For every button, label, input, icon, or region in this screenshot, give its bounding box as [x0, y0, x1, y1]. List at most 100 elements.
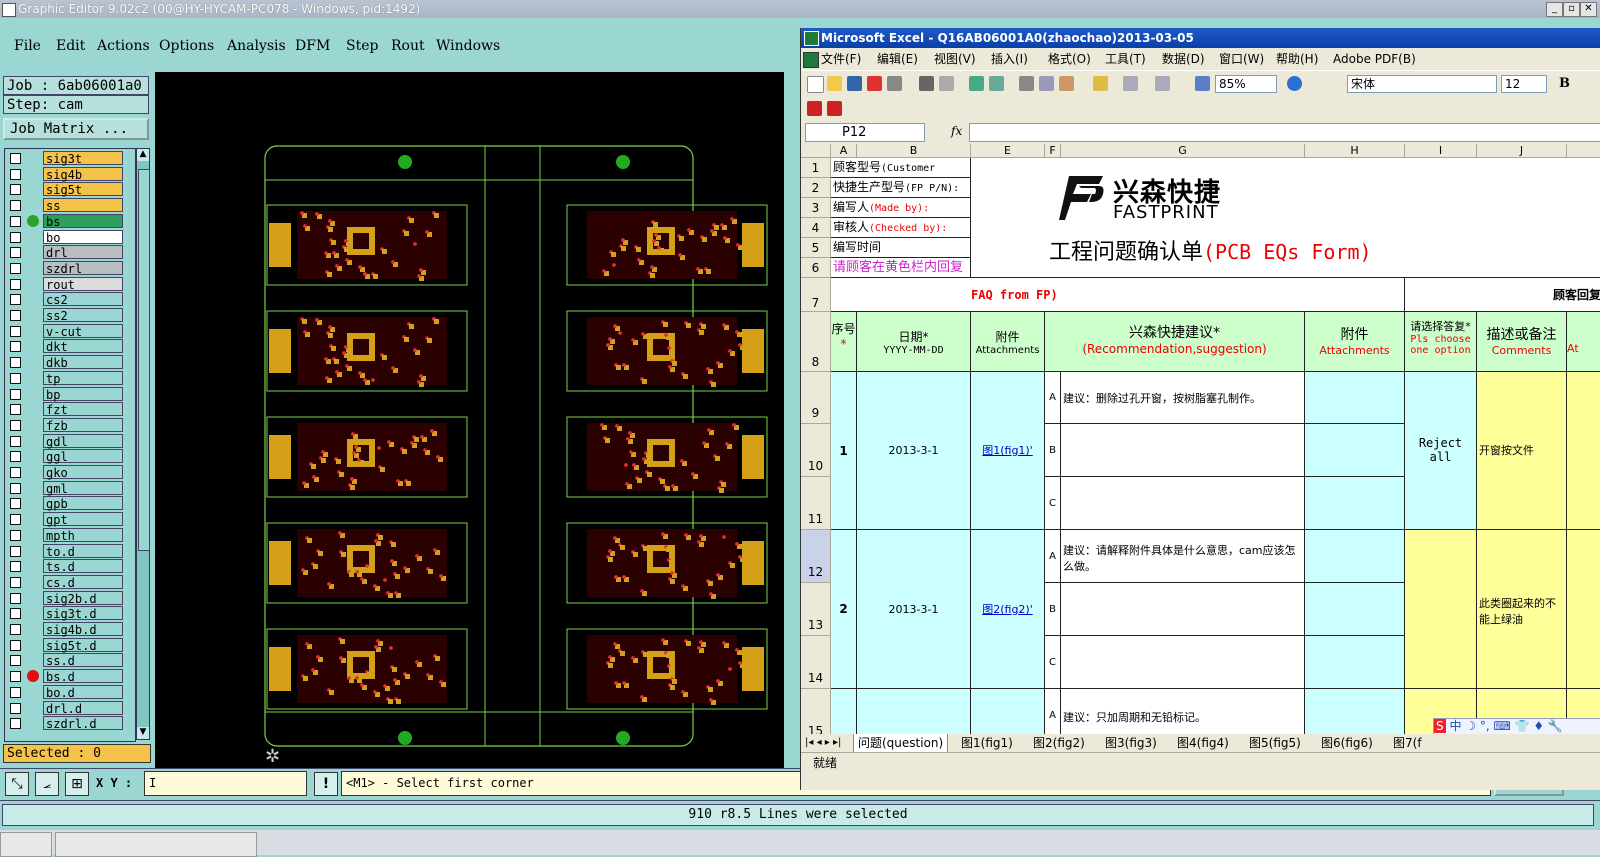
layer-name[interactable]: mpth [43, 527, 123, 543]
font-size-combo[interactable]: 12 [1501, 75, 1547, 93]
layer-name[interactable]: ggl [43, 449, 123, 464]
layer-checkbox[interactable] [10, 498, 21, 510]
job-matrix-button[interactable]: Job Matrix ... [3, 118, 149, 140]
layer-checkbox[interactable] [10, 435, 21, 447]
tab-nav-icons[interactable]: |◂ ◂ ▸ ▸| [805, 734, 841, 752]
layer-name[interactable]: sig2b.d [43, 590, 123, 606]
select-all-corner[interactable] [801, 144, 831, 158]
layer-name[interactable]: cs2 [43, 292, 123, 307]
layer-row-gdl[interactable]: gdl [5, 433, 135, 449]
row-header[interactable]: 10 [801, 424, 831, 477]
sub-text[interactable]: 建议：请解释附件具体是什么意思，cam应该怎么做。 [1061, 530, 1305, 583]
row-header[interactable]: 13 [801, 583, 831, 636]
layer-row-bp[interactable]: bp [5, 386, 135, 402]
print-icon[interactable] [887, 76, 902, 91]
scroll-up-icon[interactable]: ▲ [137, 149, 149, 161]
layer-row-sig4b.d[interactable]: sig4b.d [5, 622, 135, 637]
layer-row-gko[interactable]: gko [5, 465, 135, 480]
layer-checkbox[interactable] [10, 592, 21, 604]
layer-checkbox[interactable] [10, 718, 21, 730]
layer-name[interactable]: ss2 [43, 308, 123, 323]
layer-row-sig2b.d[interactable]: sig2b.d [5, 590, 135, 606]
layer-checkbox[interactable] [10, 529, 21, 541]
zoom-combo[interactable]: 85% [1215, 75, 1277, 93]
layer-row-mpth[interactable]: mpth [5, 527, 135, 543]
taskbar-item[interactable] [0, 832, 52, 857]
sub-text[interactable] [1061, 424, 1305, 477]
layer-name[interactable]: sig5t.d [43, 637, 123, 653]
layer-name[interactable]: cs.d [43, 574, 123, 590]
layer-name[interactable]: gpb [43, 496, 123, 511]
item-fig-link[interactable]: 图1(fig1)' [971, 372, 1045, 530]
row-header[interactable]: 11 [801, 477, 831, 530]
sheet-tab[interactable]: 图3(fig3) [1105, 734, 1157, 752]
layer-row-v-cut[interactable]: v-cut [5, 323, 135, 339]
layer-checkbox[interactable] [10, 545, 21, 557]
item-fig-link[interactable]: 图2(fig2)' [971, 530, 1045, 689]
hdr-recommendation[interactable]: 兴森快捷建议* (Recommendation,suggestion) [1045, 312, 1305, 372]
layer-checkbox[interactable] [10, 231, 21, 243]
layer-name[interactable]: sig3t.d [43, 606, 123, 621]
layer-checkbox[interactable] [10, 153, 21, 164]
layer-row-cs2[interactable]: cs2 [5, 292, 135, 307]
layer-row-sig4b[interactable]: sig4b [5, 166, 135, 182]
help-icon[interactable] [1287, 76, 1302, 91]
sub-text[interactable] [1061, 477, 1305, 530]
layer-row-drl.d[interactable]: drl.d [5, 700, 135, 716]
measure-icon[interactable]: ⦟ [35, 772, 59, 796]
permission-icon[interactable] [867, 76, 882, 91]
save-icon[interactable] [847, 76, 862, 91]
layer-checkbox[interactable] [10, 451, 21, 463]
taskbar-item[interactable] [55, 832, 257, 857]
menu-file[interactable]: File [14, 38, 41, 54]
layer-name[interactable]: ss [43, 198, 123, 213]
menu-analysis[interactable]: Analysis [227, 38, 286, 54]
hdr-date[interactable]: 日期* YYYY-MM-DD [857, 312, 971, 372]
layer-row-gpt[interactable]: gpt [5, 512, 135, 527]
formula-input[interactable] [969, 123, 1600, 142]
info-checked-by[interactable]: 审核人(Checked by): [831, 218, 971, 238]
info-made-by[interactable]: 编写人(Made by): [831, 198, 971, 218]
layer-checkbox[interactable] [10, 215, 21, 227]
layer-row-rout[interactable]: rout [5, 276, 135, 292]
pcb-canvas[interactable]: ✲ [155, 72, 784, 768]
row-header[interactable]: 8 [801, 312, 831, 372]
layer-checkbox[interactable] [10, 419, 21, 431]
layer-row-ts.d[interactable]: ts.d [5, 559, 135, 574]
row-header[interactable]: 2 [801, 178, 831, 198]
layer-checkbox[interactable] [10, 482, 21, 494]
layer-name[interactable]: gml [43, 480, 123, 496]
layer-checkbox[interactable] [10, 168, 21, 180]
xl-menu-format[interactable]: 格式(O) [1048, 48, 1091, 70]
item-date[interactable]: 2013-3-1 [857, 530, 971, 689]
layer-row-sig5t[interactable]: sig5t [5, 182, 135, 197]
doc-icon[interactable] [803, 52, 819, 68]
column-header[interactable] [1567, 144, 1600, 158]
layer-checkbox[interactable] [10, 310, 21, 321]
sheet-tab[interactable]: 图1(fig1) [961, 734, 1013, 752]
row-header[interactable]: 15 [801, 689, 831, 734]
row-header[interactable]: 14 [801, 636, 831, 689]
layer-name[interactable]: fzb [43, 417, 123, 433]
scroll-thumb[interactable] [138, 169, 150, 551]
column-header[interactable]: B [857, 144, 971, 158]
layer-checkbox[interactable] [10, 671, 21, 683]
layer-checkbox[interactable] [10, 184, 21, 196]
comment-cell[interactable]: 开窗按文件 [1477, 372, 1567, 530]
hdr-k[interactable]: At [1567, 312, 1600, 372]
layer-checkbox[interactable] [10, 404, 21, 416]
xl-menu-tools[interactable]: 工具(T) [1105, 48, 1146, 70]
layer-name[interactable]: sig3t [43, 151, 123, 166]
layer-name[interactable]: gko [43, 465, 123, 480]
row-header[interactable]: 5 [801, 238, 831, 258]
xl-menu-adobe[interactable]: Adobe PDF(B) [1333, 48, 1416, 70]
copy-icon[interactable] [1039, 76, 1054, 91]
preview-icon[interactable] [939, 76, 954, 91]
attachment-cell[interactable] [1305, 424, 1405, 477]
sub-text[interactable] [1061, 636, 1305, 689]
attachment-cell[interactable] [1305, 372, 1405, 424]
hdr-comments[interactable]: 描述或备注 Comments [1477, 312, 1567, 372]
layer-row-to.d[interactable]: to.d [5, 543, 135, 559]
menu-rout[interactable]: Rout [391, 38, 425, 54]
layer-row-sig3t.d[interactable]: sig3t.d [5, 606, 135, 621]
